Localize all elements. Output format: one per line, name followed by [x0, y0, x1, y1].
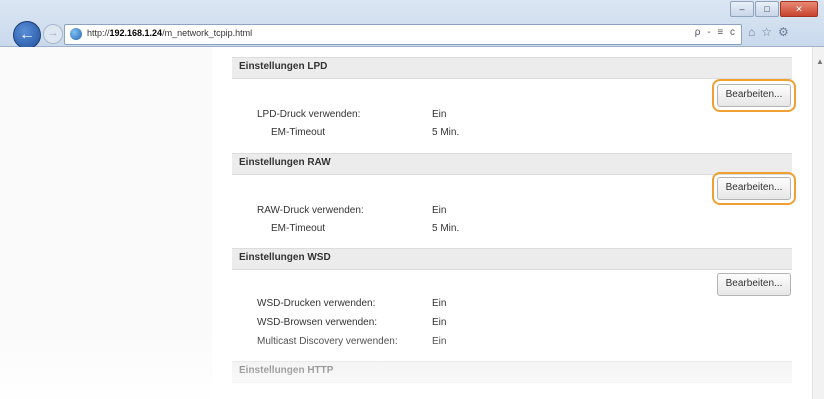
lpd-timeout-label: EM-Timeout [271, 127, 326, 138]
raw-print-value: Ein [432, 205, 447, 216]
wsd-browse-label: WSD-Browsen verwenden: [257, 317, 378, 328]
vertical-scrollbar[interactable]: ▲ [812, 47, 824, 399]
lpd-print-label: LPD-Druck verwenden: [257, 109, 361, 120]
edit-lpd-button[interactable]: Bearbeiten... [712, 79, 796, 112]
section-title: Einstellungen RAW [239, 157, 331, 168]
section-header-raw: Einstellungen RAW [232, 153, 792, 175]
forward-arrow-icon: → [47, 27, 59, 39]
close-window-button[interactable]: ✕ [780, 1, 818, 17]
multicast-discovery-value: Ein [432, 336, 447, 347]
settings-gear-icon[interactable]: ⚙ [778, 25, 795, 39]
section-title: Einstellungen WSD [239, 252, 331, 263]
multicast-discovery-label: Multicast Discovery verwenden: [257, 336, 398, 347]
toolbar-icons: ⌂☆⚙ [748, 25, 795, 39]
left-sidebar [0, 47, 212, 399]
window-controls: – □ ✕ [730, 1, 818, 17]
address-tools[interactable]: ρ - ≡ c [695, 27, 737, 38]
wsd-print-label: WSD-Drucken verwenden: [257, 298, 376, 309]
section-title: Einstellungen HTTP [239, 365, 334, 376]
lpd-print-value: Ein [432, 109, 447, 120]
address-bar[interactable]: http://192.168.1.24/m_network_tcpip.html… [64, 24, 742, 45]
browser-toolbar: – □ ✕ ← → http://192.168.1.24/m_network_… [0, 0, 824, 49]
site-icon [70, 28, 82, 40]
section-title: Einstellungen LPD [239, 61, 328, 72]
wsd-print-value: Ein [432, 298, 447, 309]
section-header-wsd: Einstellungen WSD [232, 248, 792, 270]
forward-button[interactable]: → [43, 24, 63, 44]
raw-timeout-value: 5 Min. [432, 223, 460, 234]
home-icon[interactable]: ⌂ [748, 25, 761, 39]
edit-wsd-button[interactable]: Bearbeiten... [717, 273, 791, 296]
favorites-star-icon[interactable]: ☆ [761, 25, 778, 39]
main-content: Einstellungen LPD Bearbeiten... LPD-Druc… [212, 47, 812, 399]
back-button[interactable]: ← [13, 21, 41, 49]
section-header-http: Einstellungen HTTP [232, 361, 792, 383]
back-arrow-icon: ← [19, 26, 35, 43]
wsd-browse-value: Ein [432, 317, 447, 328]
section-header-lpd: Einstellungen LPD [232, 57, 792, 79]
lpd-timeout-value: 5 Min. [432, 127, 460, 138]
minimize-button[interactable]: – [730, 1, 754, 17]
url-text: http://192.168.1.24/m_network_tcpip.html [87, 28, 253, 38]
edit-raw-button[interactable]: Bearbeiten... [712, 172, 796, 205]
raw-print-label: RAW-Druck verwenden: [257, 205, 364, 216]
raw-timeout-label: EM-Timeout [271, 223, 326, 234]
scroll-up-arrow-icon[interactable]: ▲ [816, 57, 824, 66]
maximize-button[interactable]: □ [755, 1, 779, 17]
